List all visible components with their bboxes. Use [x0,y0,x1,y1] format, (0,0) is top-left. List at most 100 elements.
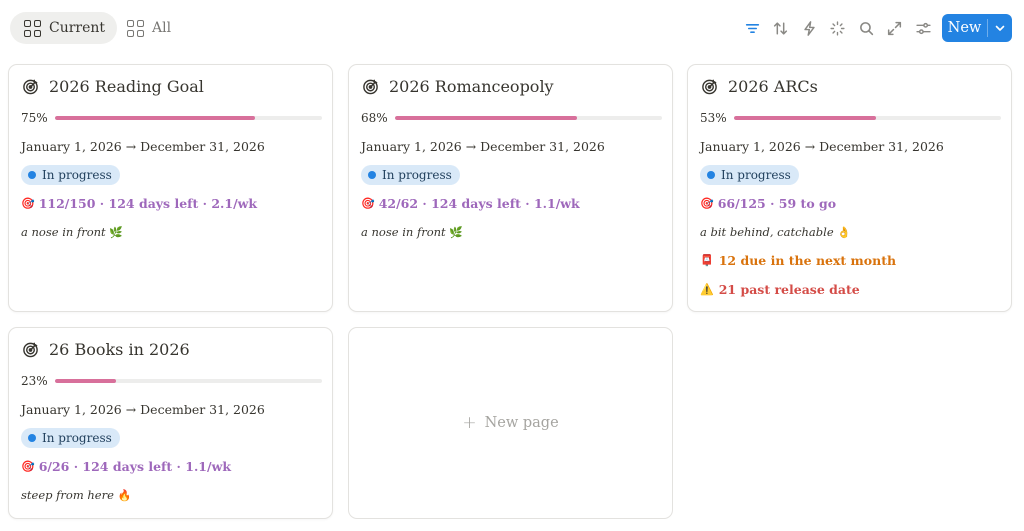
new-page-label: New page [484,415,559,431]
date-range: January 1, 2026 → December 31, 2026 [700,139,944,154]
status-badge: In progress [700,165,799,185]
dart-icon: 🎯 [21,460,35,473]
herb-icon: 🌿 [109,226,124,239]
card-title-text: 2026 ARCs [728,77,818,96]
ok-hand-icon: 👌 [837,226,851,239]
stats-text: 112/150 · 124 days left · 2.1/wk [38,196,258,211]
status-label: In progress [42,168,112,182]
date-range: January 1, 2026 → December 31, 2026 [21,402,265,417]
due-soon-alert: 📮 12 due in the next month [700,253,896,268]
pace-note-text: steep from here [21,488,114,502]
tab-all-label: All [152,20,172,36]
progress-percent: 75% [21,111,48,125]
progress-row: 53% [700,111,1001,125]
stats-line: 🎯 66/125 · 59 to go [700,196,836,211]
stats-text: 42/62 · 124 days left · 1.1/wk [378,196,580,211]
goal-card[interactable]: 26 Books in 2026 23% January 1, 2026 → D… [8,327,333,519]
progress-fill [395,116,577,120]
view-toolbar: Current All New [0,0,1024,58]
search-icon[interactable] [852,14,881,42]
expand-icon[interactable] [881,14,910,42]
card-title: 2026 Reading Goal [22,77,204,96]
date-range: January 1, 2026 → December 31, 2026 [21,139,265,154]
herb-icon: 🌿 [449,226,464,239]
card-title-text: 2026 Reading Goal [49,77,204,96]
pace-note: a nose in front 🌿 [361,225,463,239]
tab-current-label: Current [49,20,106,36]
settings-icon[interactable] [909,14,938,42]
goal-card[interactable]: 2026 ARCs 53% January 1, 2026 → December… [687,64,1012,312]
progress-fill [55,379,117,383]
card-title: 2026 Romanceopoly [362,77,554,96]
new-button[interactable]: New [942,14,987,42]
status-label: In progress [382,168,452,182]
tab-current[interactable]: Current [10,12,118,44]
progress-row: 75% [21,111,322,125]
status-badge: In progress [361,165,460,185]
stats-line: 🎯 42/62 · 124 days left · 1.1/wk [361,196,580,211]
status-label: In progress [721,168,791,182]
progress-percent: 68% [361,111,388,125]
ai-sparkle-icon[interactable] [824,14,853,42]
toolbar-actions [738,14,938,42]
pace-note: a bit behind, catchable 👌 [700,225,851,239]
target-icon [362,78,379,95]
fire-icon: 🔥 [117,489,132,502]
overdue-text: 21 past release date [718,282,860,297]
new-dropdown-button[interactable] [988,14,1012,42]
automation-icon[interactable] [795,14,824,42]
status-dot [368,171,376,179]
pace-note: a nose in front 🌿 [21,225,123,239]
postbox-icon: 📮 [700,254,714,267]
goal-card[interactable]: 2026 Reading Goal 75% January 1, 2026 → … [8,64,333,312]
target-icon [22,78,39,95]
progress-percent: 23% [21,374,48,388]
overdue-alert: ⚠️ 21 past release date [700,282,860,297]
card-title-text: 2026 Romanceopoly [389,77,554,96]
target-icon [701,78,718,95]
card-title-text: 26 Books in 2026 [49,340,190,359]
dart-icon: 🎯 [21,197,35,210]
stats-text: 66/125 · 59 to go [717,196,837,211]
status-badge: In progress [21,428,120,448]
stats-line: 🎯 112/150 · 124 days left · 2.1/wk [21,196,257,211]
progress-row: 23% [21,374,322,388]
stats-text: 6/26 · 124 days left · 1.1/wk [38,459,231,474]
sort-icon[interactable] [767,14,796,42]
pace-note-text: a nose in front [361,225,446,239]
status-badge: In progress [21,165,120,185]
progress-fill [55,116,256,120]
dart-icon: 🎯 [361,197,375,210]
filter-icon[interactable] [738,14,767,42]
card-title: 2026 ARCs [701,77,818,96]
date-range: January 1, 2026 → December 31, 2026 [361,139,605,154]
pace-note-text: a bit behind, catchable [700,225,834,239]
status-dot [707,171,715,179]
chevron-down-icon [995,25,1005,31]
dart-icon: 🎯 [700,197,714,210]
stats-line: 🎯 6/26 · 124 days left · 1.1/wk [21,459,231,474]
tab-all[interactable]: All [113,12,183,44]
new-page-button[interactable]: + New page [348,327,673,519]
progress-bar [734,116,1001,120]
progress-percent: 53% [700,111,727,125]
pace-note-text: a nose in front [21,225,106,239]
board-grid-icon [24,19,41,37]
goal-card[interactable]: 2026 Romanceopoly 68% January 1, 2026 → … [348,64,673,312]
plus-icon: + [462,412,477,433]
progress-bar [395,116,662,120]
progress-row: 68% [361,111,662,125]
warning-icon: ⚠️ [700,283,714,296]
new-button-group: New [942,14,1012,42]
status-dot [28,434,36,442]
progress-fill [734,116,876,120]
status-dot [28,171,36,179]
board-grid-icon [127,19,144,37]
status-label: In progress [42,431,112,445]
due-soon-text: 12 due in the next month [718,253,897,268]
progress-bar [55,116,322,120]
pace-note: steep from here 🔥 [21,488,131,502]
card-title: 26 Books in 2026 [22,340,190,359]
progress-bar [55,379,322,383]
target-icon [22,341,39,358]
